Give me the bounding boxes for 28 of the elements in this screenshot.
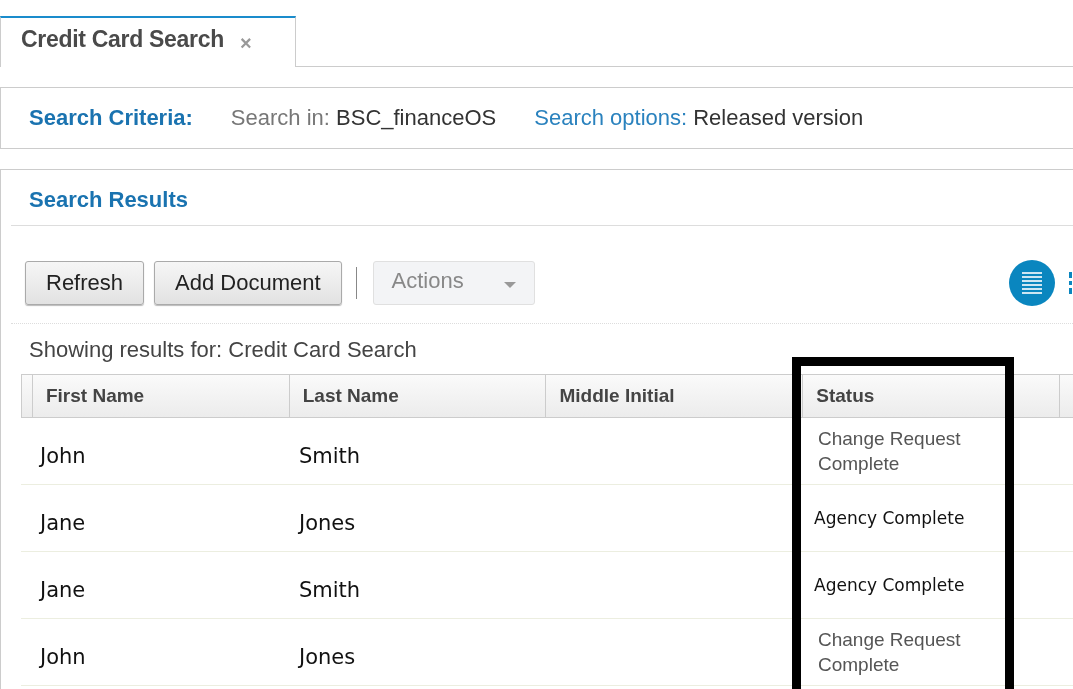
- table-cell-text: John: [38, 443, 87, 470]
- table-cell-text: John: [38, 644, 87, 671]
- column-header[interactable]: Middle Initial: [545, 375, 803, 417]
- column-header[interactable]: Last Name: [288, 375, 546, 417]
- table-cell-text: Smith: [298, 577, 362, 604]
- results-title: Search Results: [11, 170, 1073, 226]
- column-header[interactable]: First Name: [31, 375, 289, 417]
- search-options-text: Search options: Released version: [534, 105, 864, 131]
- table-cell-text: Smith: [298, 443, 362, 470]
- search-in-text: Search in: BSC_financeOS: [230, 105, 497, 131]
- table-cell-text: Jane: [38, 510, 87, 537]
- tab[interactable]: Credit Card Search ×: [0, 16, 296, 67]
- toolbar-button[interactable]: Refresh: [25, 260, 145, 305]
- table-cell-text: Change Request Complete: [817, 427, 962, 476]
- table-cell-text: Change Request Complete: [817, 628, 962, 677]
- table-cell-text: Jane: [38, 577, 87, 604]
- results-caption: Showing results for: Credit Card Search: [28, 336, 418, 364]
- caret-icon: [503, 281, 516, 288]
- toolbar-button[interactable]: Add Document: [154, 260, 342, 305]
- table-cell-text: Jones: [297, 644, 357, 671]
- criteria-title: Search Criteria:: [29, 105, 193, 131]
- tab-label[interactable]: Credit Card Search: [21, 26, 224, 53]
- table-cell-text: Agency Complete: [813, 507, 966, 530]
- table-cell-text: Jones: [297, 510, 357, 537]
- list-view-icon[interactable]: [1009, 259, 1055, 306]
- table-cell-text: Agency Complete: [813, 574, 966, 597]
- grid-view-icon[interactable]: [1068, 271, 1073, 294]
- column-header[interactable]: Status: [802, 375, 1059, 417]
